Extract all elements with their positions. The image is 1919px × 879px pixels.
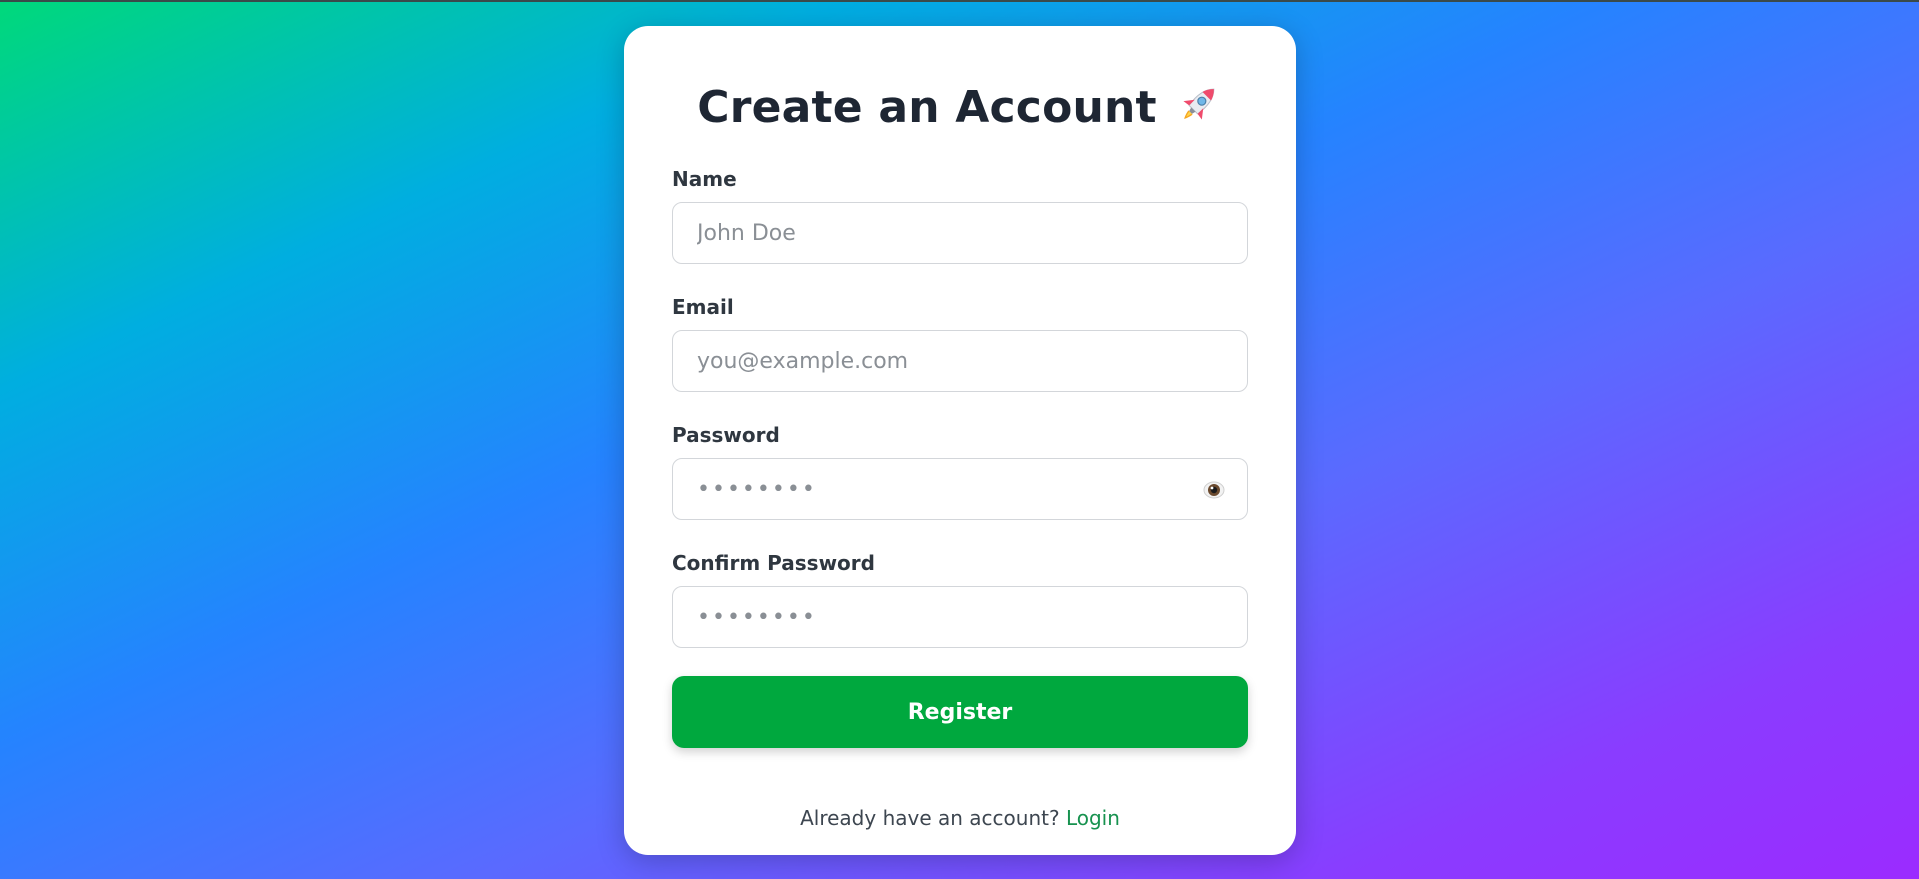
rocket-icon [1175,80,1223,128]
password-label: Password [672,423,780,447]
name-input[interactable] [673,203,1247,263]
confirm-password-field-group: Confirm Password [672,550,1248,648]
confirm-password-input[interactable] [673,587,1247,647]
confirm-password-input-box [672,586,1248,648]
password-input[interactable] [673,459,1247,519]
window-top-border [0,0,1919,2]
name-label: Name [672,167,737,191]
email-field-group: Email [672,294,1248,392]
login-link[interactable]: Login [1066,806,1120,830]
login-prompt: Already have an account? Login [624,806,1296,830]
email-label: Email [672,295,734,319]
email-input-box [672,330,1248,392]
login-prompt-text: Already have an account? [800,806,1060,830]
email-input[interactable] [673,331,1247,391]
name-input-box [672,202,1248,264]
page-title: Create an Account [697,82,1157,133]
title-row: Create an Account [624,82,1296,142]
password-field-group: Password [672,422,1248,520]
name-field-group: Name [672,166,1248,264]
eye-icon[interactable] [1203,479,1225,501]
register-button[interactable]: Register [672,676,1248,748]
password-input-box [672,458,1248,520]
register-card: Create an Account Name Email [624,26,1296,855]
confirm-password-label: Confirm Password [672,551,875,575]
